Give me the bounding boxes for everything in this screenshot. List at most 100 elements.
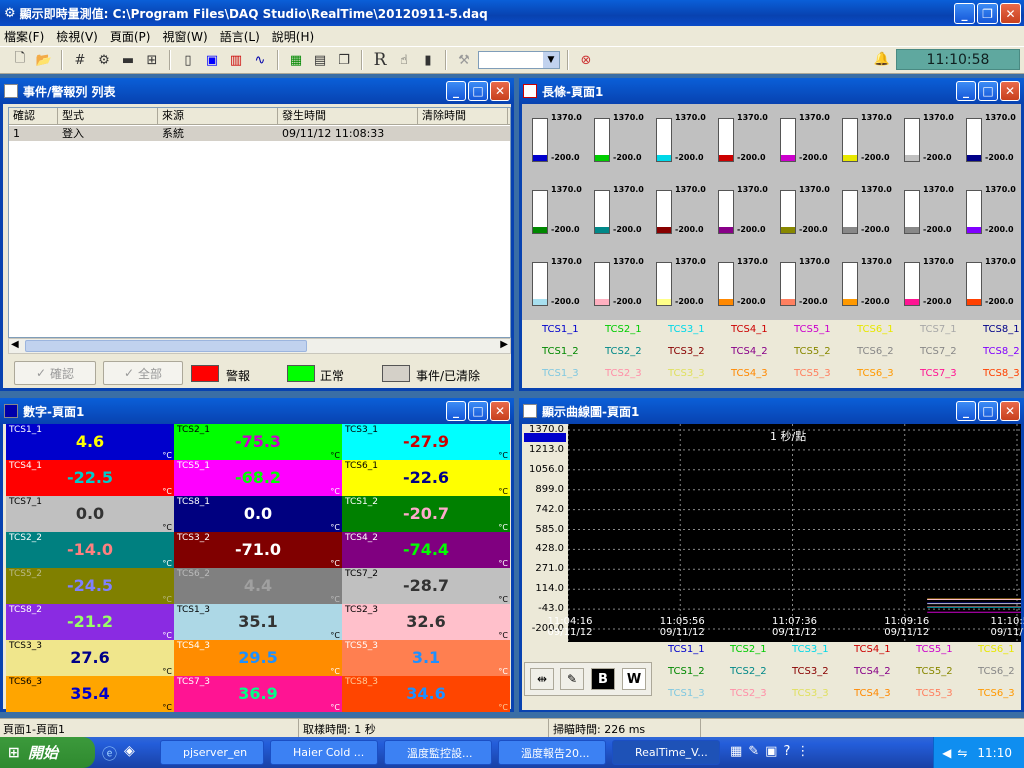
curve-legend-item: TCS1_3 [668,688,705,699]
numeric-icon[interactable]: ▣ [202,50,222,70]
bar-gauge [966,190,982,234]
bar-min-label: -200.0 [737,297,766,306]
minimize-button[interactable]: _ [956,401,976,421]
status-sample: 取樣時間: 1 秒 [303,723,376,736]
curve-legend-item: TCS5_3 [916,688,953,699]
toolbar-combo[interactable]: ▼ [478,51,560,69]
bar-fill [595,155,609,161]
task-realtime[interactable]: RealTime_V... [612,740,720,765]
curve-icon[interactable]: ∿ [250,50,270,70]
minimize-button[interactable]: _ [954,3,975,24]
white-bg-button[interactable]: W [622,668,646,690]
task-haier[interactable]: Haier Cold ... [270,740,378,765]
menu-view[interactable]: 檢視(V) [56,28,98,45]
task-pjserver[interactable]: pjserver_en [160,740,264,765]
black-bg-button[interactable]: B [591,668,615,690]
minimize-button[interactable]: _ [956,81,976,101]
close-button[interactable]: ✕ [490,401,510,421]
col-ack[interactable]: 確認 [9,108,58,124]
numeric-cell-unit: °C [162,451,172,460]
bar-min-label: -200.0 [985,153,1014,162]
event-table[interactable]: 確認 型式 來源 發生時間 清除時間 1 登入 系統 09/11/12 11:0… [8,107,511,338]
copy-icon[interactable]: ❐ [334,50,354,70]
col-cleared[interactable]: 清除時間 [418,108,508,124]
menu-language[interactable]: 語言(L) [220,28,260,45]
bar-legend-item: TCS1_3 [542,368,579,379]
numeric-cell-unit: °C [330,487,340,496]
bar-max-label: 1370.0 [737,113,768,122]
col-source[interactable]: 來源 [158,108,278,124]
maximize-button[interactable]: □ [468,81,488,101]
network-icon[interactable]: ⇋ [957,746,967,760]
close-button[interactable]: ✕ [1000,3,1021,24]
bar-gauge [594,190,610,234]
task-temp-monitor[interactable]: 溫度監控設... [384,740,492,765]
numeric-cell-value: 35.1 [238,612,278,631]
curve-plot[interactable] [568,424,1021,642]
ack-button[interactable]: ✓ 確認 [14,361,96,385]
numeric-cell: TCS8_2 -21.2 °C [6,604,174,640]
scroll-right-icon[interactable]: ▶ [500,339,508,350]
menu-page[interactable]: 頁面(P) [110,28,151,45]
sound-off-icon[interactable]: ⊗ [576,50,596,70]
scroll-thumb[interactable] [25,340,307,352]
scroll-left-icon[interactable]: ◀ [11,339,19,350]
table-icon[interactable]: ▤ [310,50,330,70]
bar-fill [781,227,795,233]
r-icon[interactable]: R [370,50,390,70]
numeric-cell: TCS3_2 -71.0 °C [174,532,342,568]
col-occurred[interactable]: 發生時間 [278,108,418,124]
numeric-cell: TCS6_2 4.4 °C [174,568,342,604]
ie-icon[interactable]: ⓔ [102,743,117,764]
restore-button[interactable]: ❐ [977,3,998,24]
task-temp-report[interactable]: 溫度報告20... [498,740,606,765]
bar-min-label: -200.0 [551,153,580,162]
system-tray: ◀ ⇋ 11:10 [933,737,1024,768]
gear-icon[interactable]: ⚙ [94,50,114,70]
open-icon[interactable]: 📂 [34,50,54,70]
tray-arrow-icon[interactable]: ◀ [942,746,951,760]
bars-icon[interactable]: ▥ [226,50,246,70]
x-tick-label: 11:04:16 09/11/12 [542,616,598,638]
tray-icons[interactable]: ▦✎▣?⋮ [730,744,815,759]
ack-all-button[interactable]: ✓ 全部 [103,361,183,385]
quicklaunch-icon[interactable]: ◈ [124,743,135,759]
close-button[interactable]: ✕ [490,81,510,101]
maximize-button[interactable]: □ [978,401,998,421]
bar-legend-item: TCS8_1 [983,324,1020,335]
maximize-button[interactable]: □ [468,401,488,421]
layout-icon[interactable]: ⊞ [142,50,162,70]
status-divider [548,719,549,737]
menu-file[interactable]: 檔案(F) [4,28,44,45]
grid-icon[interactable]: # [70,50,90,70]
bar-legend-item: TCS1_1 [542,324,579,335]
cursor-icon[interactable]: ⇹ [530,668,554,690]
numeric-cell-value: 4.6 [75,432,105,451]
pin-icon[interactable]: ✎ [560,668,584,690]
menu-help[interactable]: 說明(H) [272,28,314,45]
minimize-button[interactable]: _ [446,401,466,421]
bell-icon[interactable]: 🔔 [870,49,894,70]
horizontal-scrollbar[interactable]: ◀ ▶ [8,338,511,354]
bar-fill [905,155,919,161]
new-icon[interactable]: 🗋 [10,50,30,70]
hand-icon[interactable]: ☝ [394,50,414,70]
status-bar: 頁面1-頁面1 取樣時間: 1 秒 掃瞄時間: 226 ms [0,718,1024,737]
bar-fill [533,227,547,233]
close-button[interactable]: ✕ [1000,81,1020,101]
wrench-icon[interactable]: ⚒ [454,50,474,70]
dots-icon[interactable]: ▦ [286,50,306,70]
legend-normal-swatch [287,365,315,382]
monitor-icon[interactable]: ▬ [118,50,138,70]
start-button[interactable]: ⊞ 開始 [0,737,95,768]
device-icon[interactable]: ▮ [418,50,438,70]
minimize-button[interactable]: _ [446,81,466,101]
close-button[interactable]: ✕ [1000,401,1020,421]
bar-gauge [966,262,982,306]
page-icon[interactable]: ▯ [178,50,198,70]
maximize-button[interactable]: □ [978,81,998,101]
table-row[interactable]: 1 登入 系統 09/11/12 11:08:33 [9,126,510,141]
chevron-down-icon[interactable]: ▼ [543,52,559,68]
col-type[interactable]: 型式 [58,108,158,124]
menu-window[interactable]: 視窗(W) [162,28,207,45]
